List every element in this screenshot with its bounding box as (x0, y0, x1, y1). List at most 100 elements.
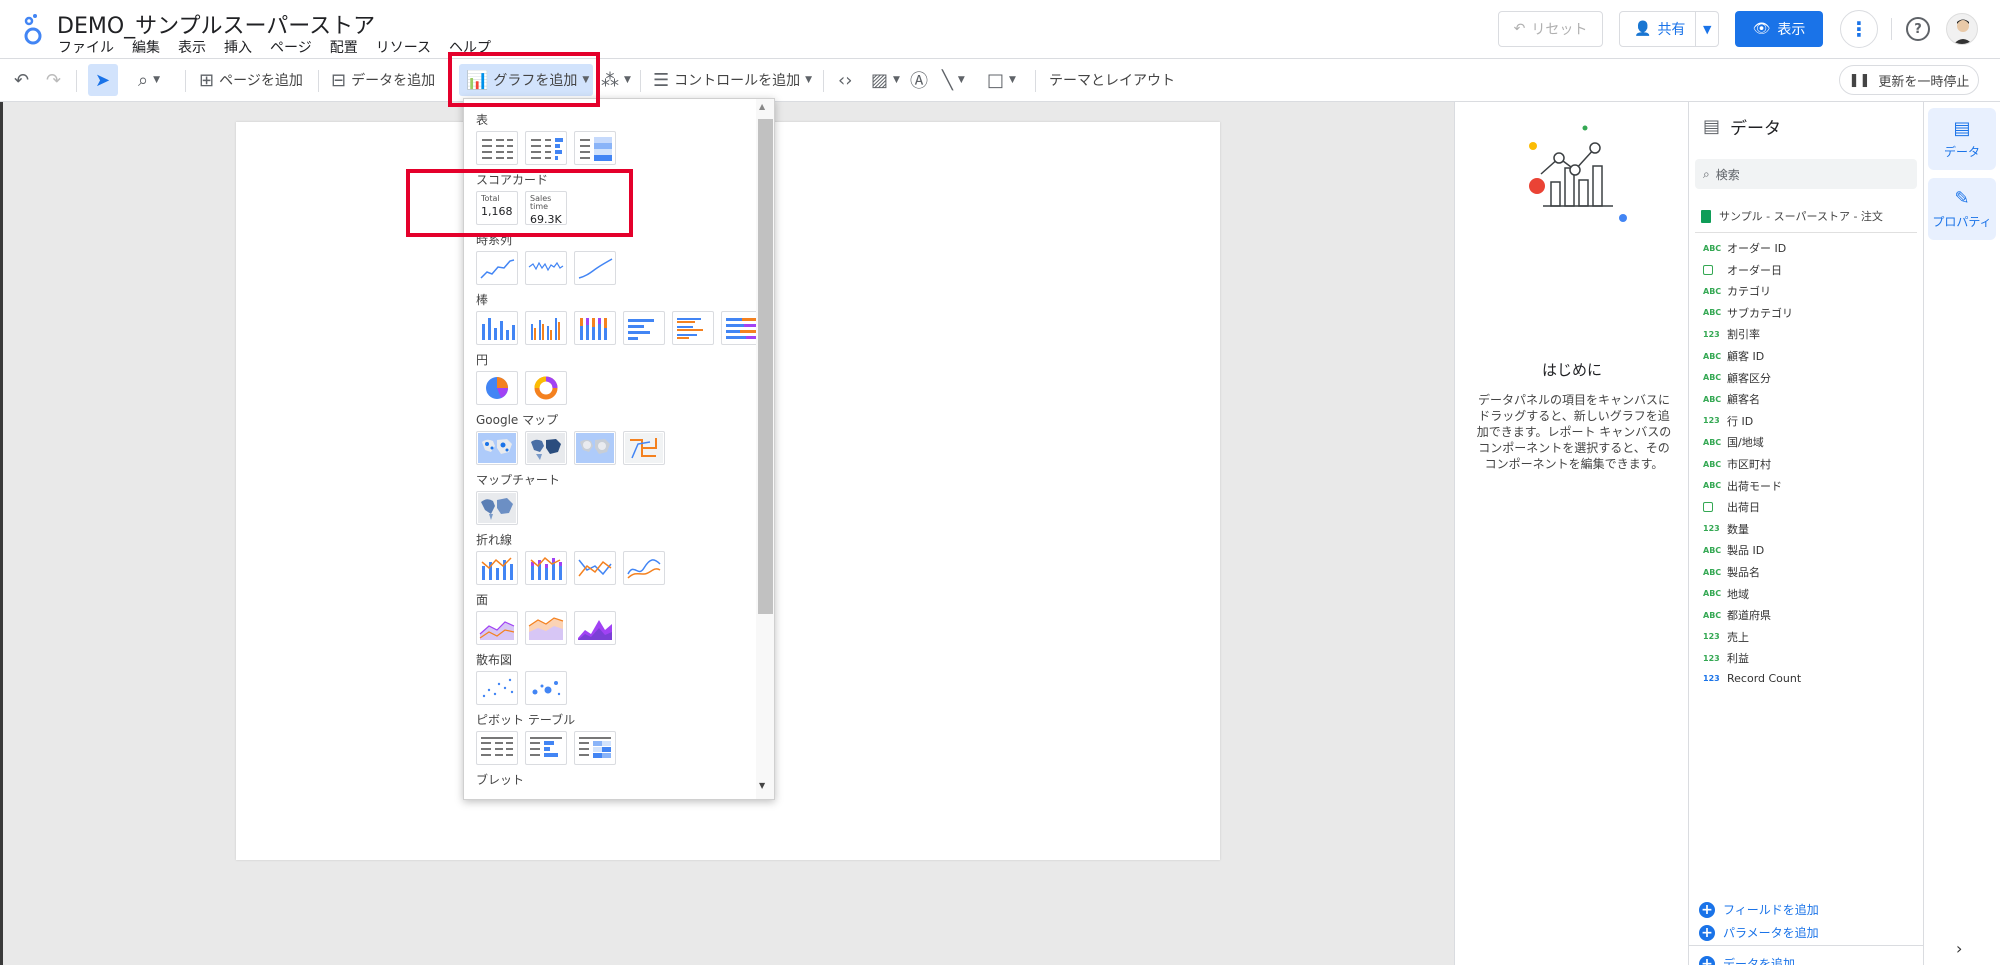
community-viz-icon[interactable]: ⁂ ▼ (601, 59, 631, 101)
smoothed-timeseries-option[interactable] (574, 251, 616, 285)
timeseries-option[interactable] (476, 251, 518, 285)
bar-chart-option[interactable] (623, 311, 665, 345)
menu-resource[interactable]: リソース (376, 37, 431, 57)
field-item[interactable]: ABC 地域 (1703, 586, 1749, 602)
add-data-source-button[interactable]: + データを追加 (1699, 955, 1795, 965)
image-icon[interactable]: ▨ ▼ (871, 59, 900, 101)
shape-icon[interactable]: □ ▼ (987, 59, 1016, 101)
donut-chart-option[interactable] (525, 371, 567, 405)
avatar[interactable] (1946, 13, 1978, 45)
smoothed-line-option[interactable] (623, 551, 665, 585)
stacked-combo-option[interactable] (525, 551, 567, 585)
plus-icon: + (1699, 955, 1715, 965)
stacked-area-option[interactable] (525, 611, 567, 645)
add-control-button[interactable]: ☰ コントロールを追加 ▼ (653, 59, 812, 101)
reset-button[interactable]: ↶ リセット (1498, 11, 1603, 47)
field-name: オーダー日 (1727, 263, 1782, 277)
stacked-column-option[interactable] (574, 311, 616, 345)
pivot-heatmap-option[interactable] (574, 731, 616, 765)
redo-icon[interactable]: ↷ (46, 59, 61, 101)
field-item[interactable]: 123 数量 (1703, 521, 1749, 537)
scrollbar-thumb[interactable] (758, 119, 773, 614)
looker-studio-logo-icon[interactable] (20, 12, 46, 46)
field-type-icon: ABC (1703, 243, 1722, 253)
scroll-down-icon[interactable]: ▼ (759, 781, 765, 790)
line-chart-option[interactable] (574, 551, 616, 585)
heatmap-map-option[interactable] (574, 431, 616, 465)
field-item[interactable]: ABC 市区町村 (1703, 456, 1771, 472)
line-icon[interactable]: ╲ ▼ (942, 59, 965, 101)
section-map-chart: マップチャート (476, 473, 560, 487)
zoom-icon[interactable]: ⌕ ▼ (138, 59, 160, 101)
field-item[interactable]: 123 行 ID (1703, 413, 1753, 429)
table-chart-option[interactable] (476, 131, 518, 165)
field-item[interactable]: ABC 国/地域 (1703, 434, 1764, 450)
more-options-icon[interactable]: ⋮ (1840, 10, 1878, 48)
scatter-chart-option[interactable] (476, 671, 518, 705)
theme-layout-button[interactable]: テーマとレイアウト (1049, 59, 1175, 101)
text-box-icon[interactable]: Ⓐ (910, 59, 928, 101)
combo-chart-option[interactable] (476, 551, 518, 585)
table-heatmap-option[interactable] (574, 131, 616, 165)
menu-edit[interactable]: 編集 (132, 37, 160, 57)
menu-arrange[interactable]: 配置 (330, 37, 358, 57)
add-field-button[interactable]: + フィールドを追加 (1699, 901, 1819, 918)
field-item[interactable]: ABC カテゴリ (1703, 283, 1771, 299)
pivot-bars-option[interactable] (525, 731, 567, 765)
menu-page[interactable]: ページ (270, 37, 312, 57)
field-item[interactable]: ABC オーダー ID (1703, 240, 1786, 256)
pause-updates-button[interactable]: ❚❚ 更新を一時停止 (1839, 65, 1979, 95)
scroll-up-icon[interactable]: ▲ (759, 102, 765, 111)
view-button[interactable]: 👁 表示 (1735, 11, 1823, 47)
pivot-table-option[interactable] (476, 731, 518, 765)
field-search-input[interactable]: ⌕ 検索 (1695, 159, 1917, 189)
grouped-column-option[interactable] (525, 311, 567, 345)
table-bars-option[interactable] (525, 131, 567, 165)
pointer-icon[interactable]: ➤ (95, 59, 110, 101)
column-chart-option[interactable] (476, 311, 518, 345)
sparkline-option[interactable] (525, 251, 567, 285)
rail-properties-button[interactable]: ✎ プロパティ (1928, 178, 1996, 240)
field-type-icon: ABC (1703, 437, 1722, 447)
field-type-icon: 123 (1703, 524, 1720, 534)
field-item[interactable]: ABC 顧客区分 (1703, 370, 1771, 386)
field-item[interactable]: ABC 顧客 ID (1703, 348, 1764, 364)
geo-chart-option[interactable] (476, 491, 518, 525)
menu-insert[interactable]: 挿入 (224, 37, 252, 57)
field-item[interactable]: ABC サブカテゴリ (1703, 305, 1793, 321)
field-item[interactable]: ABC 都道府県 (1703, 607, 1771, 623)
field-item[interactable]: ABC 製品名 (1703, 564, 1760, 580)
menu-file[interactable]: ファイル (58, 37, 114, 57)
undo-icon[interactable]: ↶ (14, 59, 29, 101)
share-dropdown-icon[interactable]: ▼ (1696, 23, 1718, 36)
divider (823, 70, 824, 92)
field-item[interactable]: オーダー日 (1703, 262, 1782, 278)
chevron-right-icon[interactable]: › (1956, 939, 1962, 958)
menu-view[interactable]: 表示 (178, 37, 206, 57)
field-item[interactable]: ABC 出荷モード (1703, 478, 1782, 494)
data-source-item[interactable]: サンプル - スーパーストア - 注文 (1701, 208, 1883, 224)
pie-chart-option[interactable] (476, 371, 518, 405)
field-item[interactable]: ABC 製品 ID (1703, 542, 1764, 558)
field-item[interactable]: 123 利益 (1703, 650, 1749, 666)
add-data-button[interactable]: ⊟ データを追加 (331, 59, 435, 101)
field-item[interactable]: 出荷日 (1703, 499, 1760, 515)
add-page-button[interactable]: ⊞ ページを追加 (199, 59, 303, 101)
field-item[interactable]: ABC 顧客名 (1703, 391, 1760, 407)
field-item[interactable]: 123 割引率 (1703, 326, 1760, 342)
field-item[interactable]: 123 売上 (1703, 629, 1749, 645)
document-title[interactable]: DEMO_サンプルスーパーストア (57, 8, 375, 40)
bubble-map-option[interactable] (476, 431, 518, 465)
area-chart-option[interactable] (476, 611, 518, 645)
embed-code-icon[interactable]: ‹› (838, 59, 852, 101)
percent-area-option[interactable] (574, 611, 616, 645)
grouped-bar-option[interactable] (672, 311, 714, 345)
bubble-chart-option[interactable] (525, 671, 567, 705)
add-parameter-button[interactable]: + パラメータを追加 (1699, 924, 1819, 941)
field-item[interactable]: 123 Record Count (1703, 672, 1801, 685)
line-map-option[interactable] (623, 431, 665, 465)
rail-data-button[interactable]: ▤ データ (1928, 108, 1996, 170)
share-button[interactable]: 👤 共有 ▼ (1619, 11, 1719, 47)
filled-map-option[interactable] (525, 431, 567, 465)
help-icon[interactable]: ? (1906, 17, 1930, 41)
